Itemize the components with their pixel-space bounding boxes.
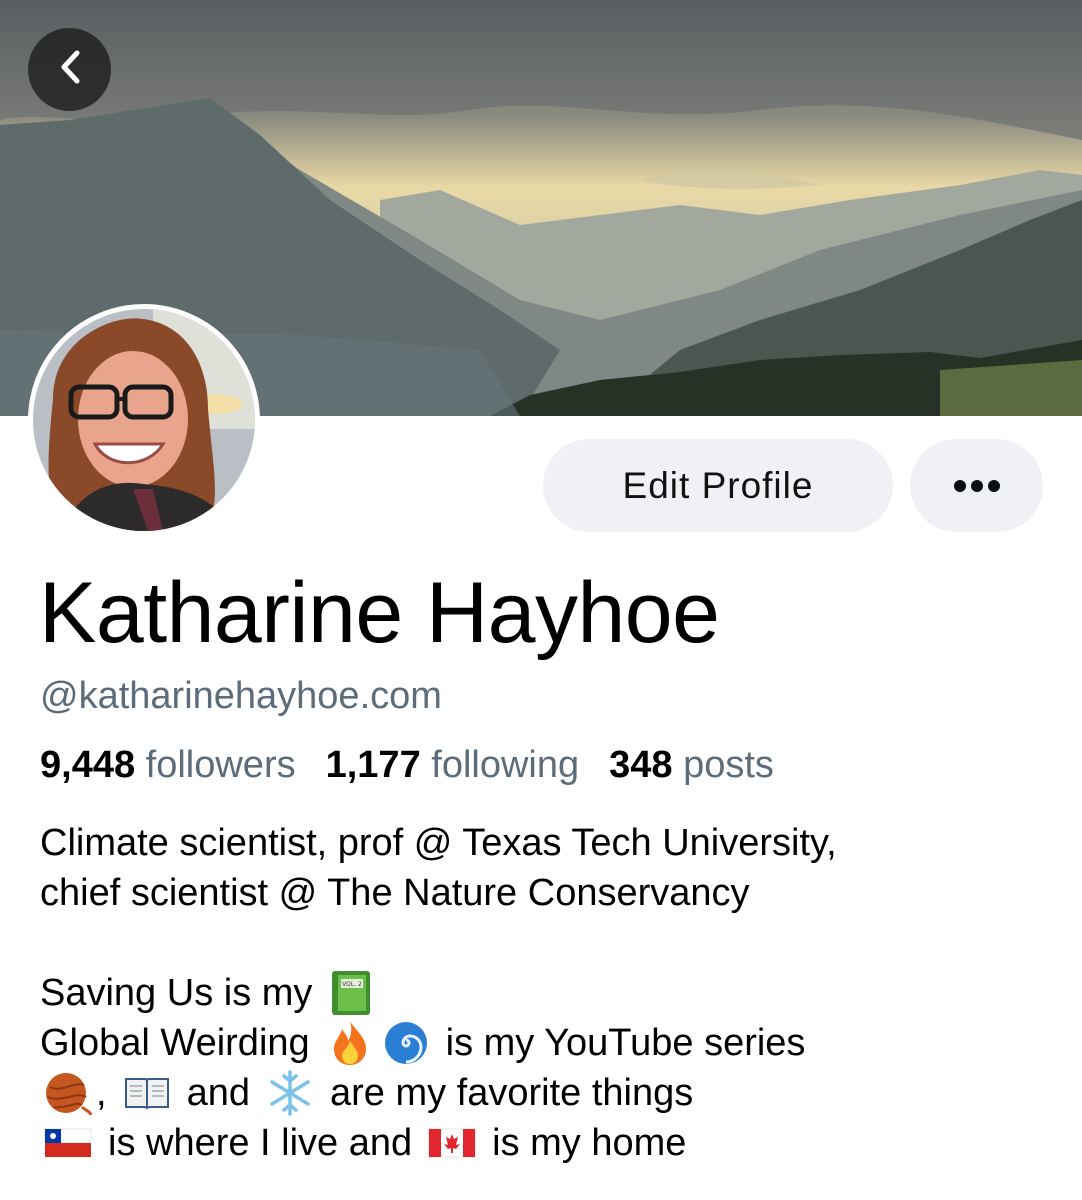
bio-text: is where I live and [108,1122,413,1164]
bio-text: is my YouTube series [445,1022,806,1064]
ellipsis-icon [953,479,1000,492]
more-options-button[interactable] [910,439,1043,532]
bio-line: Climate scientist, prof @ Texas Tech Uni… [40,822,837,864]
display-name: Katharine Hayhoe [39,565,720,661]
bio-text: Saving Us is my [40,972,313,1014]
green-book-icon: VOL. 2 [328,969,376,1017]
followers-count: 9,448 [40,744,136,786]
handle: @katharinehayhoe.com [40,675,442,717]
bio-text: are my favorite things [329,1072,694,1114]
bio-line: is where I live and is my home [40,1118,1060,1168]
posts-stat: 348 posts [609,744,774,787]
following-count: 1,177 [325,744,421,786]
svg-text:VOL. 2: VOL. 2 [343,981,363,988]
back-button[interactable] [28,28,111,111]
bio-line: , and are my favorite things [40,1068,1060,1118]
posts-count: 348 [609,744,673,786]
following-stat[interactable]: 1,177 following [326,744,580,787]
following-label: following [431,744,580,786]
followers-label: followers [145,744,296,786]
profile-bio: Climate scientist, prof @ Texas Tech Uni… [40,818,1060,1168]
bio-text: and [186,1072,250,1114]
yarn-ball-icon [44,1069,92,1117]
posts-label: posts [683,744,774,786]
profile-stats: 9,448 followers 1,177 following 348 post… [40,744,804,787]
open-book-icon [123,1069,171,1117]
bio-line: chief scientist @ The Nature Conservancy [40,872,750,914]
cyclone-icon [382,1019,430,1067]
bio-text: is my home [492,1122,687,1164]
bio-line: Global Weirding is my YouTube series [40,1018,1060,1068]
followers-stat[interactable]: 9,448 followers [40,744,296,787]
avatar[interactable] [28,304,260,536]
chile-flag-icon [44,1119,92,1167]
bio-text: , [96,1072,107,1114]
bio-line: Saving Us is my VOL. 2 [40,968,1060,1018]
edit-profile-button[interactable]: Edit Profile [543,439,893,532]
canada-flag-icon [428,1119,476,1167]
fire-icon [326,1019,374,1067]
bio-text: Global Weirding [40,1022,310,1064]
snowflake-icon [266,1069,314,1117]
chevron-left-icon [55,47,85,92]
